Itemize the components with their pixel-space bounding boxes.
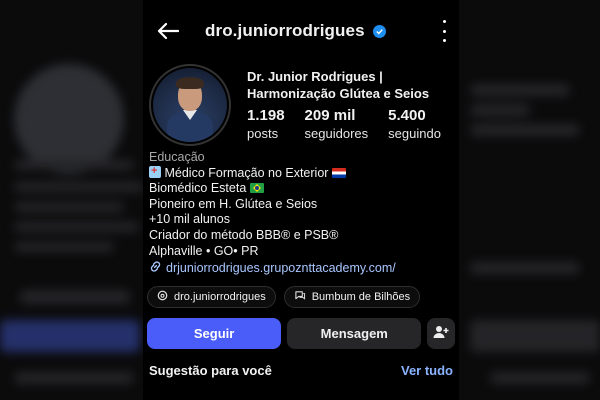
background-block <box>14 242 114 252</box>
suggestions-header: Sugestão para você Ver tudo <box>143 363 459 378</box>
bio-text: Biomédico Esteta <box>149 181 247 196</box>
message-button[interactable]: Mensagem <box>287 317 422 349</box>
stat-label: posts <box>247 126 279 141</box>
add-person-icon <box>433 325 449 342</box>
stat-label: seguidores <box>304 126 369 141</box>
see-all-link[interactable]: Ver tudo <box>401 363 453 378</box>
profile-chips: dro.juniorrodrigues Bumbum de Bilhões <box>143 285 459 308</box>
profile-actions: Seguir Mensagem <box>143 317 459 349</box>
profile-stats: 1.198 posts 209 mil seguidores 5.400 seg… <box>247 106 441 142</box>
background-block <box>20 290 130 304</box>
profile-username: dro.juniorrodrigues <box>205 21 365 40</box>
stat-value: 1.198 <box>247 107 285 124</box>
more-options-icon[interactable] <box>439 20 449 42</box>
brazil-flag-icon <box>249 183 264 194</box>
channel-icon <box>294 290 306 304</box>
bio-link[interactable]: drjuniorrodrigues.grupoznttacademy.com/ <box>149 260 453 278</box>
profile-bio: Educação Médico Formação no Exterior Bio… <box>143 150 459 278</box>
background-block <box>470 262 580 274</box>
bio-line: Pioneiro em H. Glútea e Seios <box>149 196 318 211</box>
suggestions-title: Sugestão para você <box>149 362 272 378</box>
stat-following[interactable]: 5.400 seguindo <box>388 106 441 142</box>
bio-line: +10 mil alunos <box>149 212 230 227</box>
background-block <box>14 222 139 232</box>
avatar[interactable] <box>149 64 231 146</box>
bio-line: Criador do método BBB® e PSB® <box>149 227 339 242</box>
background-block <box>14 372 134 384</box>
background-block <box>14 160 134 170</box>
top-bar: dro.juniorrodrigues <box>143 0 459 62</box>
threads-icon <box>157 290 168 304</box>
threads-chip[interactable]: dro.juniorrodrigues <box>147 285 276 308</box>
background-block <box>0 320 140 352</box>
background-block <box>470 320 600 352</box>
back-arrow-icon[interactable] <box>155 18 181 44</box>
paraguay-flag-icon <box>331 167 346 178</box>
background-block <box>470 124 580 136</box>
display-name: Dr. Junior Rodrigues | Harmonização Glút… <box>247 68 447 102</box>
chip-label: dro.juniorrodrigues <box>174 290 266 303</box>
background-block <box>490 372 590 384</box>
bio-line: Alphaville • GO• PR <box>149 243 259 258</box>
profile-header: Dr. Junior Rodrigues | Harmonização Glút… <box>143 62 459 150</box>
stat-posts[interactable]: 1.198 posts <box>247 106 285 142</box>
background-block <box>470 104 530 116</box>
bio-line: Biomédico Esteta <box>149 181 453 197</box>
follow-button[interactable]: Seguir <box>147 317 282 349</box>
channel-chip[interactable]: Bumbum de Bilhões <box>283 285 421 308</box>
bio-text: Médico Formação no Exterior <box>164 165 329 180</box>
bio-line: Médico Formação no Exterior <box>149 164 453 182</box>
stat-label: seguindo <box>388 126 441 141</box>
background-block <box>14 202 124 212</box>
background-avatar <box>14 64 124 174</box>
background-block <box>470 84 570 96</box>
bio-link-text: drjuniorrodrigues.grupoznttacademy.com/ <box>166 261 396 276</box>
profile-screen: dro.juniorrodrigues Dr. Junior Rodrigues… <box>143 0 459 400</box>
background-block <box>14 182 144 192</box>
hospital-icon <box>149 164 161 179</box>
link-icon <box>149 260 162 278</box>
display-name-line2: Harmonização Glútea e Seios <box>247 86 430 101</box>
verified-badge-icon <box>372 24 386 38</box>
bio-category: Educação <box>149 150 205 164</box>
stat-value: 209 mil <box>304 107 356 124</box>
suggest-people-button[interactable] <box>427 317 455 349</box>
chip-label: Bumbum de Bilhões <box>311 290 411 303</box>
stat-followers[interactable]: 209 mil seguidores <box>305 106 369 142</box>
stat-value: 5.400 <box>388 107 426 124</box>
display-name-line1: Dr. Junior Rodrigues | <box>247 69 383 84</box>
